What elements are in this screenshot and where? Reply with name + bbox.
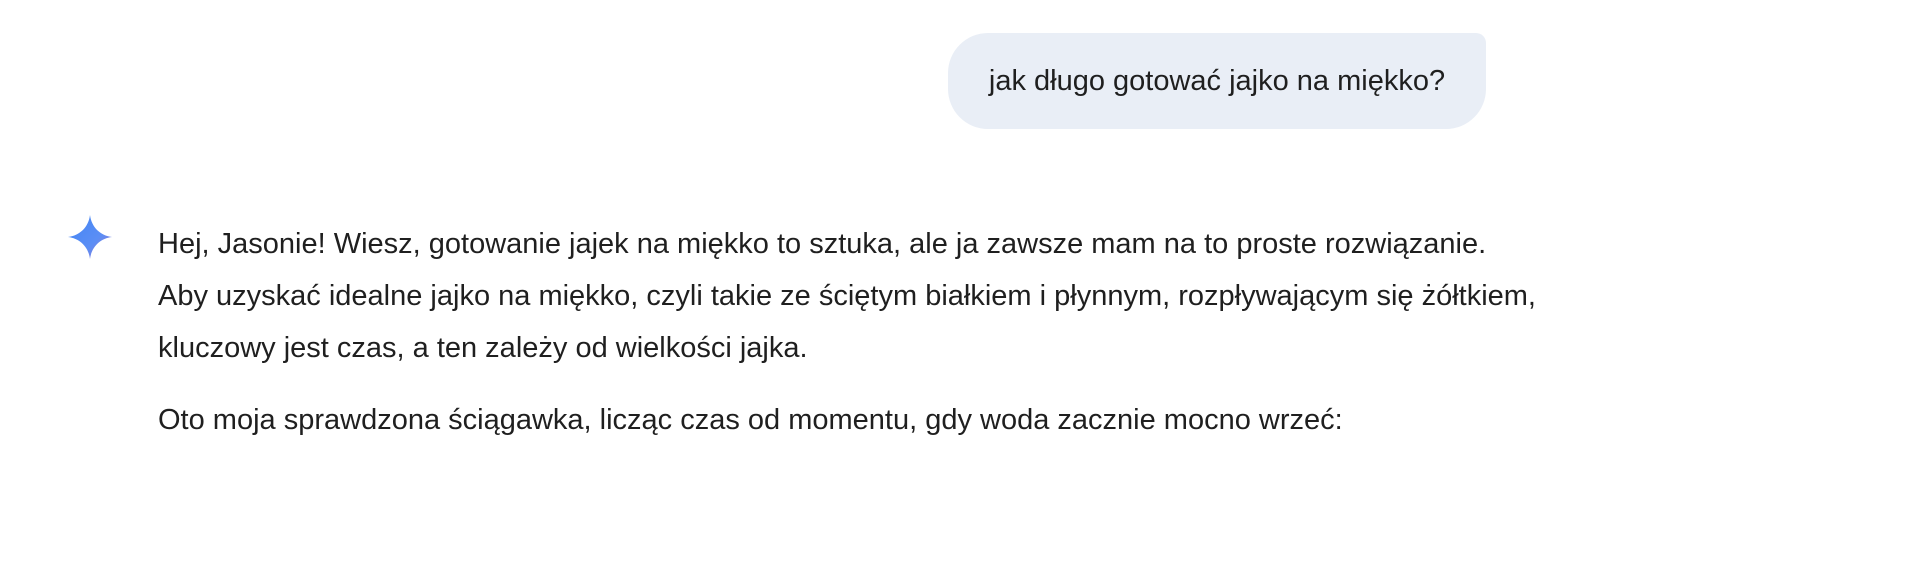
user-message-text: jak długo gotować jajko na miękko? <box>988 65 1446 97</box>
user-message-bubble: jak długo gotować jajko na miękko? <box>948 33 1486 129</box>
assistant-paragraph: Hej, Jasonie! Wiesz, gotowanie jajek na … <box>158 228 1536 364</box>
chat-transcript: jak długo gotować jajko na miękko? Hej, … <box>0 0 1922 562</box>
assistant-response: Hej, Jasonie! Wiesz, gotowanie jajek na … <box>158 218 1538 446</box>
sparkle-icon <box>66 213 114 261</box>
assistant-paragraph: Oto moja sprawdzona ściągawka, licząc cz… <box>158 404 1343 436</box>
